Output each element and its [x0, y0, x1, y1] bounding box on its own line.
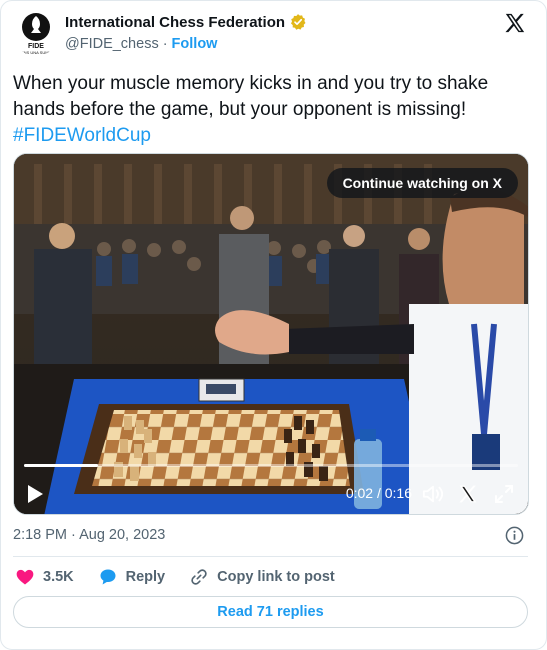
video-player[interactable]: Continue watching on X 0:02 / 0:16 — [13, 153, 529, 515]
action-bar: 3.5K Reply Copy link to post — [15, 566, 359, 588]
reply-label: Reply — [125, 569, 166, 585]
volume-icon[interactable] — [422, 484, 444, 504]
link-icon — [191, 569, 207, 585]
like-count: 3.5K — [43, 569, 74, 585]
play-icon[interactable] — [26, 484, 44, 504]
read-replies-label: Read 71 replies — [217, 604, 324, 620]
author-name[interactable]: International Chess Federation — [65, 14, 285, 31]
fide-motto-text: GENS UNA SUMUS — [18, 50, 55, 55]
follow-button[interactable]: Follow — [172, 36, 218, 52]
author-handle[interactable]: @FIDE_chess — [65, 36, 159, 52]
x-small-icon[interactable] — [458, 484, 478, 504]
tweet-body: When your muscle memory kicks in and you… — [13, 73, 489, 120]
author-name-row: International Chess Federation — [65, 13, 307, 31]
hashtag-link[interactable]: #FIDEWorldCup — [13, 125, 151, 146]
like-button[interactable]: 3.5K — [15, 567, 74, 587]
copy-link-button[interactable]: Copy link to post — [189, 567, 335, 587]
reply-bubble-icon — [100, 569, 116, 585]
fide-logo-icon: FIDE GENS UNA SUMUS — [18, 13, 55, 55]
tweet-text: When your muscle memory kicks in and you… — [13, 71, 533, 149]
x-logo-icon[interactable] — [504, 12, 526, 34]
fide-logo-text: FIDE — [28, 43, 44, 50]
video-frame — [14, 154, 528, 514]
verified-gold-icon — [291, 14, 306, 30]
video-progress-fill — [24, 464, 99, 467]
tweet-timestamp[interactable]: 2:18 PM · Aug 20, 2023 — [13, 527, 165, 543]
info-icon[interactable] — [505, 526, 524, 545]
reply-button[interactable]: Reply — [98, 567, 166, 587]
read-replies-button[interactable]: Read 71 replies — [13, 596, 528, 628]
fullscreen-icon[interactable] — [494, 484, 514, 504]
heart-icon — [16, 569, 34, 585]
handle-row: @FIDE_chess · Follow — [65, 36, 217, 52]
continue-watching-button[interactable]: Continue watching on X — [326, 168, 518, 198]
divider — [13, 556, 528, 557]
avatar[interactable]: FIDE GENS UNA SUMUS — [13, 10, 59, 56]
copy-link-label: Copy link to post — [217, 569, 335, 585]
video-timecode: 0:02 / 0:16 — [345, 485, 412, 501]
handle-separator: · — [162, 36, 168, 52]
tweet-card: FIDE GENS UNA SUMUS International Chess … — [0, 0, 547, 650]
video-progress-bar[interactable] — [24, 464, 518, 467]
